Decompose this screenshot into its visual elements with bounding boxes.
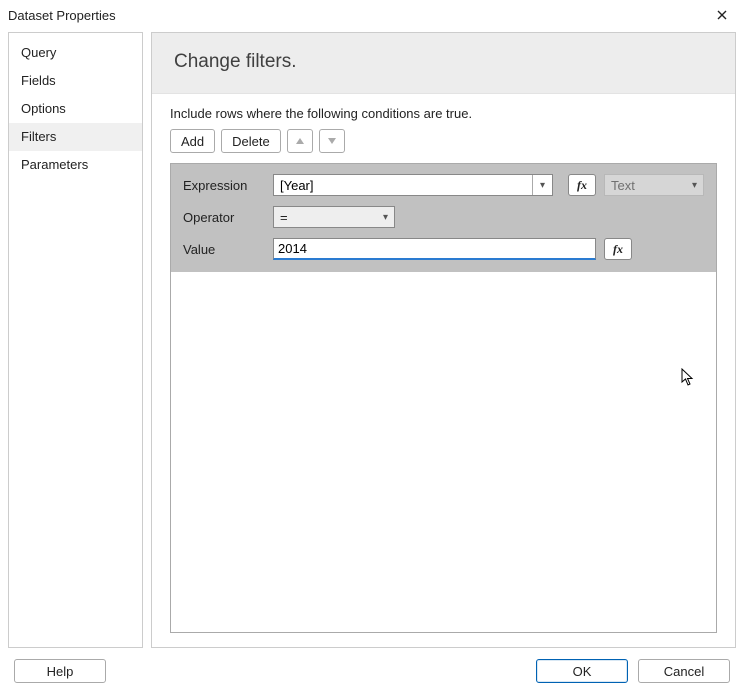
datatype-dropdown[interactable]: Text ▾ <box>604 174 704 196</box>
sidebar-item-label: Query <box>21 45 56 60</box>
sidebar-item-label: Options <box>21 101 66 116</box>
value-cell <box>273 238 596 260</box>
sidebar-item-label: Parameters <box>21 157 88 172</box>
titlebar: Dataset Properties <box>0 0 744 30</box>
sidebar-item-filters[interactable]: Filters <box>9 123 142 151</box>
operator-dropdown[interactable]: = ▾ <box>273 206 395 228</box>
move-up-button[interactable] <box>287 129 313 153</box>
sidebar-item-fields[interactable]: Fields <box>9 67 142 95</box>
arrow-down-icon <box>327 136 337 146</box>
value-fx-button[interactable]: fx <box>604 238 632 260</box>
ok-button-label: OK <box>573 664 592 679</box>
chevron-down-icon: ▾ <box>692 180 697 191</box>
sidebar-item-options[interactable]: Options <box>9 95 142 123</box>
panel-title: Change filters. <box>174 51 297 72</box>
dialog-title: Dataset Properties <box>8 8 708 23</box>
cancel-button[interactable]: Cancel <box>638 659 730 683</box>
operator-label: Operator <box>183 210 265 225</box>
main-panel: Change filters. Include rows where the f… <box>151 32 736 648</box>
filter-toolbar: Add Delete <box>170 129 717 153</box>
chevron-down-icon: ▾ <box>383 212 388 223</box>
help-button[interactable]: Help <box>14 659 106 683</box>
expression-input[interactable] <box>274 178 532 193</box>
chevron-down-icon: ▾ <box>540 180 545 191</box>
sidebar-item-label: Fields <box>21 73 56 88</box>
expression-dropdown-button[interactable]: ▾ <box>532 175 552 195</box>
datatype-label: Text <box>611 178 635 193</box>
arrow-up-icon <box>295 136 305 146</box>
add-button-label: Add <box>181 134 204 149</box>
sidebar-item-parameters[interactable]: Parameters <box>9 151 142 179</box>
fx-icon: fx <box>577 178 587 193</box>
dataset-properties-dialog: Dataset Properties Query Fields Options … <box>0 0 744 694</box>
ok-button[interactable]: OK <box>536 659 628 683</box>
cancel-button-label: Cancel <box>664 664 704 679</box>
close-button[interactable] <box>708 4 736 26</box>
delete-button-label: Delete <box>232 134 270 149</box>
fx-icon: fx <box>613 242 623 257</box>
operator-value: = <box>280 210 288 225</box>
value-label: Value <box>183 242 265 257</box>
close-icon <box>717 10 727 20</box>
move-down-button[interactable] <box>319 129 345 153</box>
value-input[interactable] <box>273 238 596 260</box>
add-button[interactable]: Add <box>170 129 215 153</box>
panel-content: Include rows where the following conditi… <box>152 94 735 647</box>
filter-editor: Expression ▾ fx Text ▾ Operator <box>171 164 716 272</box>
dialog-body: Query Fields Options Filters Parameters … <box>0 30 744 648</box>
expression-label: Expression <box>183 178 265 193</box>
sidebar: Query Fields Options Filters Parameters <box>8 32 143 648</box>
operator-row: = ▾ <box>273 206 704 228</box>
expression-fx-button[interactable]: fx <box>568 174 596 196</box>
filter-list: Expression ▾ fx Text ▾ Operator <box>170 163 717 633</box>
expression-combobox[interactable]: ▾ <box>273 174 553 196</box>
instruction-text: Include rows where the following conditi… <box>170 106 717 121</box>
delete-button[interactable]: Delete <box>221 129 281 153</box>
dialog-footer: Help OK Cancel <box>0 648 744 694</box>
sidebar-item-label: Filters <box>21 129 56 144</box>
sidebar-item-query[interactable]: Query <box>9 39 142 67</box>
help-button-label: Help <box>47 664 74 679</box>
panel-header: Change filters. <box>152 33 735 94</box>
filter-list-empty-area <box>171 272 716 632</box>
